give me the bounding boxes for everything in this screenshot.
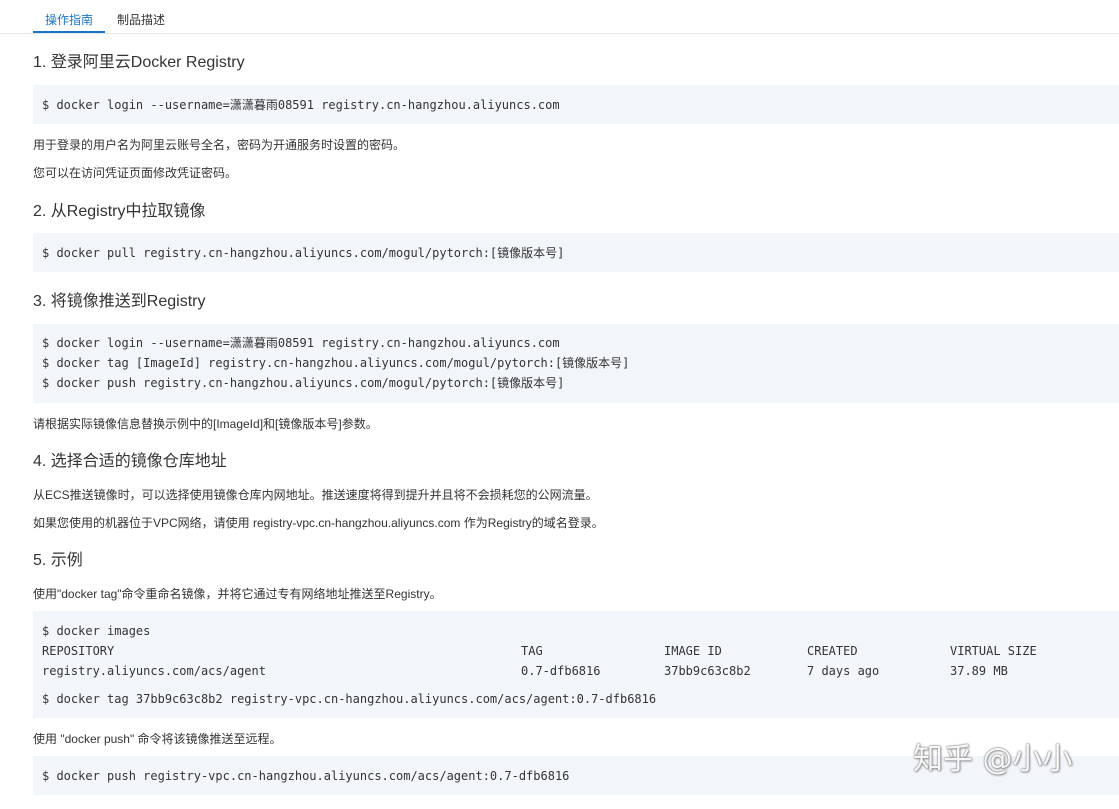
code-line: $ docker images (42, 623, 150, 639)
code-block-pull[interactable]: $ docker pull registry.cn-hangzhou.aliyu… (33, 233, 1119, 272)
table-cell-tag: 0.7-dfb6816 (521, 663, 600, 679)
code-block-push[interactable]: $ docker login --username=潇潇暮雨08591 regi… (33, 324, 1119, 403)
push-example-note: 使用 "docker push" 命令将该镜像推送至远程。 (33, 731, 282, 747)
tag-example-note: 使用"docker tag"命令重命名镜像，并将它通过专有网络地址推送至Regi… (33, 586, 442, 602)
login-note: 用于登录的用户名为阿里云账号全名，密码为开通服务时设置的密码。 (33, 137, 405, 153)
section-2-title: 2. 从Registry中拉取镜像 (33, 202, 205, 222)
code-block-login[interactable]: $ docker login --username=潇潇暮雨08591 regi… (33, 85, 1119, 124)
ecs-note: 从ECS推送镜像时，可以选择使用镜像仓库内网地址。推送速度将得到提升并且将不会损… (33, 487, 598, 503)
code-line: $ docker tag [ImageId] registry.cn-hangz… (42, 355, 629, 371)
table-cell-repository: registry.aliyuncs.com/acs/agent (42, 663, 266, 679)
table-cell-virtual-size: 37.89 MB (950, 663, 1008, 679)
table-header-virtual-size: VIRTUAL SIZE (950, 643, 1037, 659)
credential-note: 您可以在访问凭证页面修改凭证密码。 (33, 165, 237, 181)
table-header-image-id: IMAGE ID (664, 643, 722, 659)
tab-operation-guide[interactable]: 操作指南 (45, 12, 93, 28)
table-header-repository: REPOSITORY (42, 643, 114, 659)
code-line: $ docker pull registry.cn-hangzhou.aliyu… (42, 245, 564, 261)
code-block-example[interactable]: $ docker images REPOSITORY TAG IMAGE ID … (33, 611, 1119, 718)
zhihu-watermark: 知乎 @小小 (913, 740, 1073, 780)
active-tab-indicator (33, 31, 105, 33)
code-line: $ docker tag 37bb9c63c8b2 registry-vpc.c… (42, 691, 656, 707)
section-3-title: 3. 将镜像推送到Registry (33, 292, 205, 312)
section-4-title: 4. 选择合适的镜像仓库地址 (33, 452, 227, 472)
vpc-note: 如果您使用的机器位于VPC网络，请使用 registry-vpc.cn-hang… (33, 515, 604, 531)
table-cell-created: 7 days ago (807, 663, 879, 679)
code-line: $ docker login --username=潇潇暮雨08591 regi… (42, 97, 560, 113)
code-line: $ docker push registry-vpc.cn-hangzhou.a… (42, 768, 569, 784)
table-header-created: CREATED (807, 643, 858, 659)
replace-params-note: 请根据实际镜像信息替换示例中的[ImageId]和[镜像版本号]参数。 (33, 416, 378, 432)
tab-bar: 操作指南 制品描述 (0, 0, 1119, 34)
table-cell-image-id: 37bb9c63c8b2 (664, 663, 751, 679)
code-line: $ docker push registry.cn-hangzhou.aliyu… (42, 375, 564, 391)
section-1-title: 1. 登录阿里云Docker Registry (33, 53, 245, 73)
code-line: $ docker login --username=潇潇暮雨08591 regi… (42, 335, 560, 351)
section-5-title: 5. 示例 (33, 551, 83, 571)
tab-artifact-description[interactable]: 制品描述 (117, 12, 165, 28)
table-header-tag: TAG (521, 643, 543, 659)
